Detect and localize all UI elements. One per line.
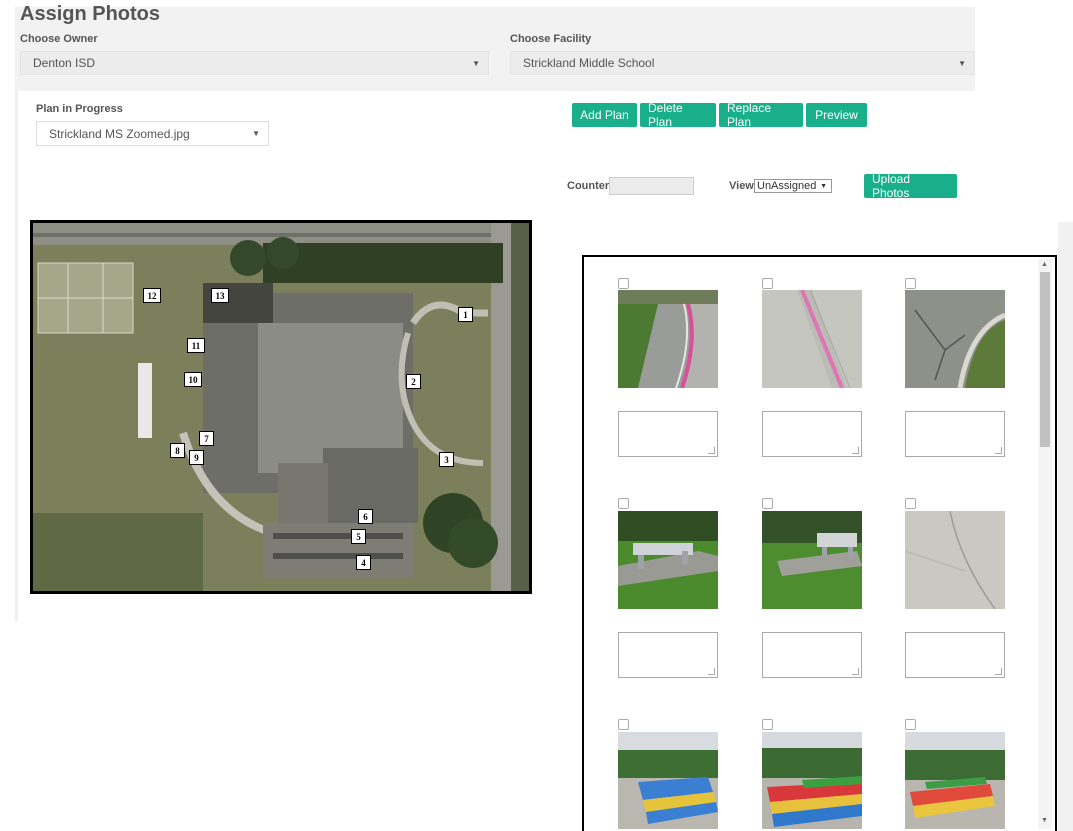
owner-select[interactable]: Denton ISD ▼: [20, 51, 489, 75]
photo-curb-pink-left: [618, 290, 718, 388]
photo-select-checkbox[interactable]: [618, 498, 629, 509]
map-marker[interactable]: 3: [439, 452, 454, 467]
photo-select-checkbox[interactable]: [762, 498, 773, 509]
scroll-up-arrow-icon[interactable]: ▲: [1041, 261, 1048, 268]
chevron-down-icon: ▼: [958, 58, 966, 68]
photo-select-checkbox[interactable]: [905, 719, 916, 730]
photo-select-checkbox[interactable]: [905, 498, 916, 509]
view-select[interactable]: UnAssigned ▼: [754, 179, 832, 193]
photo-picnic-tables-1: [618, 732, 718, 829]
map-marker[interactable]: 11: [187, 338, 205, 353]
owner-select-value: Denton ISD: [33, 56, 96, 70]
map-marker[interactable]: 9: [189, 450, 204, 465]
photo-picnic-tables-2: [762, 732, 862, 829]
map-marker[interactable]: 13: [211, 288, 229, 303]
photo-thumbnail[interactable]: [618, 511, 718, 609]
photo-note-textarea[interactable]: [762, 632, 862, 678]
replace-plan-button[interactable]: Replace Plan: [719, 101, 803, 129]
aerial-photo: [33, 223, 529, 591]
add-plan-button[interactable]: Add Plan: [572, 103, 637, 127]
counter-input[interactable]: [609, 177, 694, 195]
map-marker[interactable]: 5: [351, 529, 366, 544]
plan-label: Plan in Progress: [36, 103, 123, 115]
map-marker[interactable]: 2: [406, 374, 421, 389]
map-marker[interactable]: 7: [199, 431, 214, 446]
page-title: Assign Photos: [20, 3, 161, 25]
facility-select[interactable]: Strickland Middle School ▼: [510, 51, 975, 75]
photo-picnic-tables-3: [905, 732, 1005, 829]
left-panel-border: [15, 91, 18, 621]
facility-select-value: Strickland Middle School: [523, 56, 655, 70]
photo-select-checkbox[interactable]: [762, 278, 773, 289]
map-marker[interactable]: 8: [170, 443, 185, 458]
photo-select-checkbox[interactable]: [762, 719, 773, 730]
photo-note-textarea[interactable]: [905, 632, 1005, 678]
photo-curb-pink-top: [762, 290, 862, 388]
preview-button[interactable]: Preview: [806, 103, 867, 127]
plan-select[interactable]: Strickland MS Zoomed.jpg ▼: [36, 121, 269, 146]
map-marker[interactable]: 4: [356, 555, 371, 570]
photo-cracked-curb: [905, 290, 1005, 388]
delete-plan-button[interactable]: Delete Plan: [640, 101, 716, 129]
photo-bench-lawn-left: [618, 511, 718, 609]
scroll-down-arrow-icon[interactable]: ▼: [1041, 817, 1048, 824]
panel-edge: [1058, 222, 1073, 831]
photo-select-checkbox[interactable]: [905, 278, 916, 289]
photo-thumbnail[interactable]: [618, 732, 718, 829]
facility-label: Choose Facility: [510, 33, 592, 45]
counter-label: Counter: [567, 180, 610, 192]
view-label: View: [729, 180, 754, 192]
photo-concrete-crack: [905, 511, 1005, 609]
photo-note-textarea[interactable]: [905, 411, 1005, 457]
photo-note-textarea[interactable]: [618, 632, 718, 678]
photo-note-textarea[interactable]: [618, 411, 718, 457]
map-marker[interactable]: 12: [143, 288, 161, 303]
photo-select-checkbox[interactable]: [618, 719, 629, 730]
photo-thumbnail[interactable]: [762, 732, 862, 829]
upload-photos-button[interactable]: Upload Photos: [864, 172, 957, 200]
map-marker[interactable]: 10: [184, 372, 202, 387]
plan-select-value: Strickland MS Zoomed.jpg: [49, 126, 190, 141]
chevron-down-icon: ▼: [252, 129, 260, 138]
view-select-value: UnAssigned: [757, 180, 817, 192]
photo-thumbnail[interactable]: [905, 511, 1005, 609]
photo-thumbnail[interactable]: [905, 732, 1005, 829]
photo-thumbnail[interactable]: [618, 290, 718, 388]
chevron-down-icon: ▼: [820, 182, 827, 190]
photo-thumbnail[interactable]: [905, 290, 1005, 388]
photo-thumbnail[interactable]: [762, 511, 862, 609]
photo-thumbnail[interactable]: [762, 290, 862, 388]
photo-select-checkbox[interactable]: [618, 278, 629, 289]
scrollbar-thumb[interactable]: [1040, 272, 1050, 447]
owner-label: Choose Owner: [20, 33, 98, 45]
map-marker[interactable]: 1: [458, 307, 473, 322]
photo-bench-lawn-right: [762, 511, 862, 609]
site-plan-map[interactable]: 1 2 3 4 5 6 7 8 9 10 11 12 13: [30, 220, 532, 594]
map-marker[interactable]: 6: [358, 509, 373, 524]
photo-note-textarea[interactable]: [762, 411, 862, 457]
chevron-down-icon: ▼: [472, 58, 480, 68]
